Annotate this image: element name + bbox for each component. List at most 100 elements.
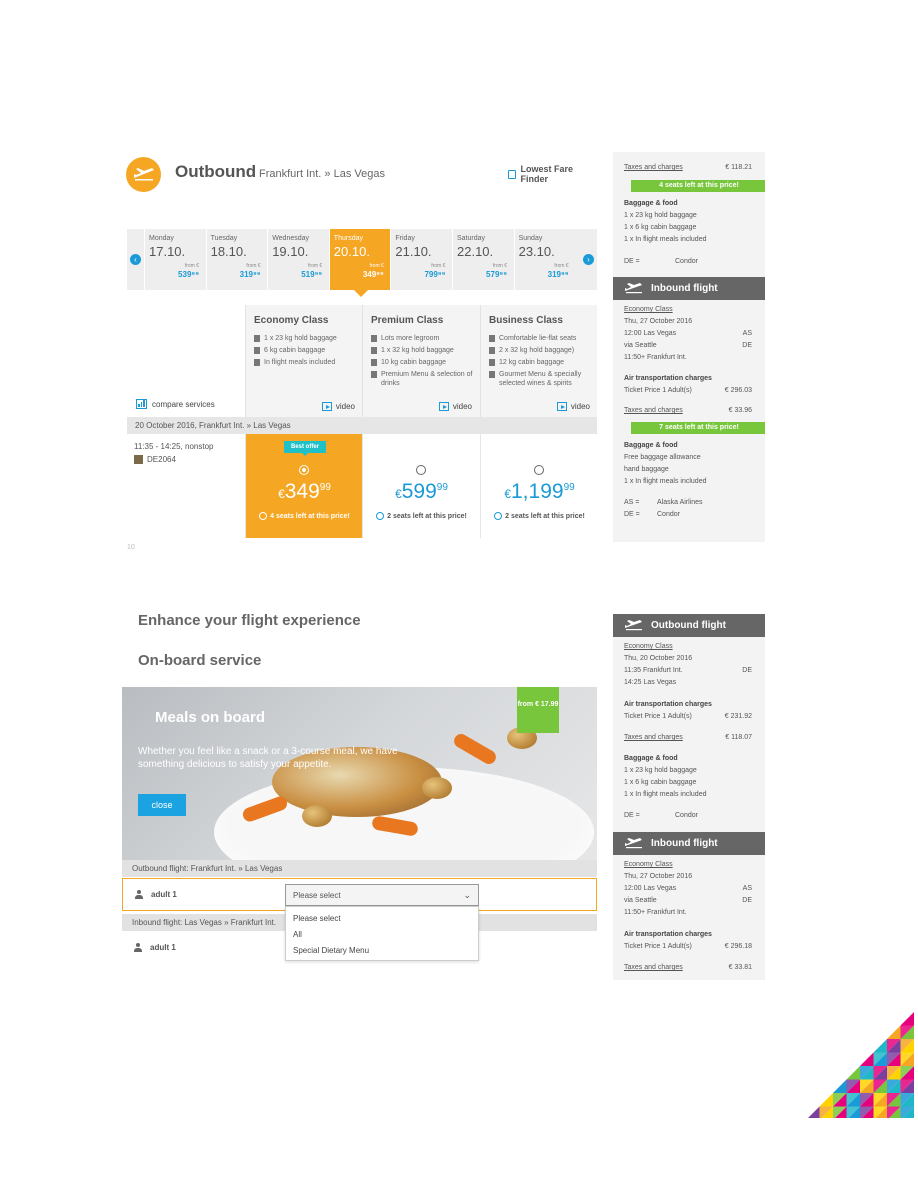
class-title: Premium Class (371, 315, 444, 326)
page-number: 10 (127, 544, 135, 551)
baggage-item: 1 x In flight meals included (624, 791, 707, 798)
fare-radio-economy[interactable] (299, 465, 309, 475)
day-cell-4[interactable]: Friday 21.10. from €799⁹⁹ (390, 229, 451, 290)
fare-radio-premium[interactable] (416, 465, 426, 475)
timer-icon (259, 512, 268, 520)
taxes-label[interactable]: Taxes and charges (624, 964, 683, 971)
prev-week-arrow-icon[interactable]: ‹ (130, 254, 141, 265)
compare-services-link[interactable]: compare services (136, 399, 215, 409)
class-feature: Premium Menu & selection of drinks (371, 370, 479, 388)
lowest-fare-finder-label: Lowest Fare Finder (520, 164, 573, 184)
class-label: Economy Class (624, 861, 673, 868)
ticket-value: € 296.03 (724, 387, 752, 394)
taxes-label[interactable]: Taxes and charges (624, 407, 683, 414)
play-icon (556, 402, 567, 411)
day-date: 17.10. (149, 244, 186, 259)
taxes-label[interactable]: Taxes and charges (624, 164, 683, 171)
plane-icon (126, 157, 161, 192)
flight-time: 11:35 - 14:25, nonstop (134, 442, 214, 451)
dropdown-option[interactable]: All (286, 927, 478, 943)
day-price: 519⁹⁹ (301, 270, 323, 279)
dropdown-option[interactable]: Special Dietary Menu (286, 943, 478, 959)
seats-left: 2 seats left at this price! (481, 512, 598, 520)
cabin-bag-icon (489, 359, 495, 366)
dropdown-option[interactable]: Please select (286, 911, 478, 927)
fare-radio-business[interactable] (534, 465, 544, 475)
seat-icon (489, 335, 495, 342)
decor-triangle (900, 1012, 914, 1026)
chevron-down-icon: ⌄ (463, 890, 471, 900)
day-from-label: from € (184, 263, 199, 269)
date-selector: ‹ Monday 17.10. from €539⁹⁹ Tuesday 18.10. fr… (127, 229, 597, 290)
day-date: 23.10. (518, 244, 555, 259)
fare-business[interactable]: €1,19999 2 seats left at this price! (480, 434, 597, 538)
baggage-icon (254, 335, 260, 342)
plane-icon (625, 620, 642, 631)
meal-dropdown-list: Please select All Special Dietary Menu (285, 906, 479, 961)
outbound-selection-panel: Outbound Frankfurt Int. » Las Vegas Lowe… (122, 145, 597, 551)
baggage-item: 1 x 23 kg hold baggage (624, 212, 697, 219)
class-col-premium: Premium Class Lots more legroom 1 x 32 k… (362, 305, 479, 417)
carrier-code: DE = (624, 511, 640, 518)
ticket-label: Ticket Price 1 Adult(s) (624, 943, 692, 950)
air-charges-title: Air transportation charges (624, 375, 712, 382)
booking-summary-bottom: Outbound flight Economy Class Thu, 20 Oc… (613, 614, 765, 980)
play-icon (321, 402, 332, 411)
day-name: Monday (149, 235, 174, 242)
class-label: Economy Class (624, 643, 673, 650)
next-week-arrow-icon[interactable]: › (583, 254, 594, 265)
via-code: DE (742, 342, 752, 349)
seats-left-band: 4 seats left at this price! (631, 180, 765, 192)
day-cell-2[interactable]: Wednesday 19.10. from €519⁹⁹ (267, 229, 328, 290)
outbound-title: Outbound (175, 162, 257, 181)
day-cell-1[interactable]: Tuesday 18.10. from €319⁹⁹ (205, 229, 267, 290)
day-date: 19.10. (272, 244, 309, 259)
video-link-premium[interactable]: video (438, 402, 472, 411)
video-link-business[interactable]: video (556, 402, 590, 411)
class-feature: 2 x 32 kg hold baggage) (489, 346, 597, 355)
departure-code: AS (742, 885, 752, 892)
arrival: 11:50+ Frankfurt Int. (624, 354, 687, 361)
cabin-bag-icon (254, 347, 260, 354)
day-price: 579⁹⁹ (486, 270, 507, 279)
decor-triangle (833, 1079, 847, 1093)
meal-icon (371, 371, 377, 378)
lowest-fare-finder-link[interactable]: Lowest Fare Finder (508, 164, 597, 184)
baggage-icon (489, 347, 495, 354)
passenger-label: adult 1 (150, 942, 176, 952)
day-from-label: from € (308, 263, 323, 269)
fare-economy[interactable]: Best offer €34999 4 seats left at this p… (245, 434, 362, 538)
day-price: 539⁹⁹ (178, 270, 199, 279)
fare-premium[interactable]: €59999 2 seats left at this price! (362, 434, 479, 538)
day-from-label: from € (246, 263, 261, 269)
seats-left-band: 7 seats left at this price! (631, 422, 765, 434)
day-name: Tuesday (210, 235, 238, 242)
decor-triangle (846, 1066, 860, 1080)
fare-price: €1,19999 (504, 480, 575, 503)
departure: 12:00 Las Vegas (624, 885, 677, 892)
taxes-label[interactable]: Taxes and charges (624, 734, 683, 741)
day-cell-6[interactable]: Sunday 23.10. from €319⁹⁹ (513, 229, 575, 290)
close-button[interactable]: close (138, 794, 186, 816)
arrival: 14:25 Las Vegas (624, 679, 677, 686)
seats-left: 2 seats left at this price! (363, 512, 480, 520)
day-cell-5[interactable]: Saturday 22.10. from €579⁹⁹ (452, 229, 513, 290)
flight-number: DE2064 (134, 455, 176, 464)
baggage-item: 1 x In flight meals included (624, 236, 707, 243)
class-label: Economy Class (624, 306, 673, 313)
meals-on-board-panel: Meals on board Whether you feel like a s… (122, 687, 597, 980)
day-cell-0[interactable]: Monday 17.10. from €539⁹⁹ (144, 229, 205, 290)
departure: 11:35 Frankfurt Int. (624, 667, 683, 674)
decor-triangle (873, 1039, 887, 1053)
video-link-economy[interactable]: video (321, 402, 355, 411)
timer-icon (494, 512, 503, 520)
day-cell-3[interactable]: Thursday 20.10. from €349⁹⁹ (328, 229, 390, 290)
day-price: 319⁹⁹ (547, 270, 569, 279)
baggage-item: 1 x In flight meals included (624, 478, 707, 485)
meal-select[interactable]: Please select ⌄ (285, 884, 479, 906)
bar-chart-icon (136, 399, 147, 409)
onboard-service-title: On-board service (138, 652, 262, 669)
day-price: 319⁹⁹ (239, 270, 261, 279)
baggage-item: 1 x 6 kg cabin baggage (624, 224, 697, 231)
compare-services-label: compare services (152, 399, 215, 409)
